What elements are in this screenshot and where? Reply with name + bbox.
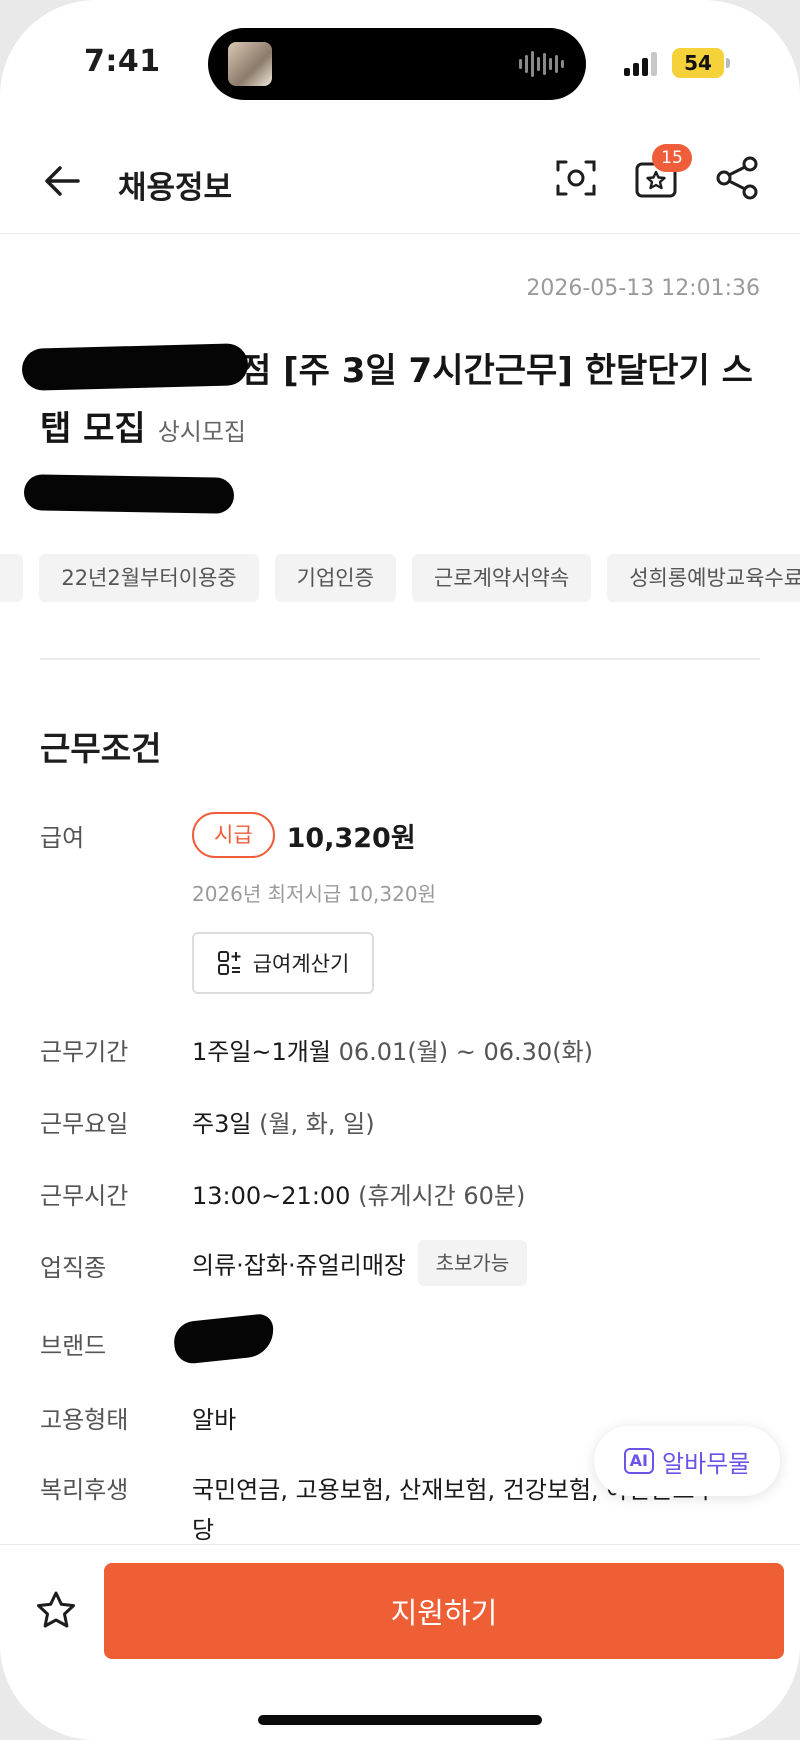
tag-item: 기업인증 [274, 554, 396, 602]
ai-sparkle-icon: AI [623, 1448, 654, 1474]
share-icon[interactable] [710, 150, 766, 206]
employment-label: 고용형태 [40, 1406, 129, 1434]
status-time: 7:41 [84, 44, 161, 79]
pay-label: 급여 [40, 824, 85, 852]
redacted-brand [172, 1312, 276, 1366]
pay-calculator-label: 급여계산기 [252, 952, 350, 976]
period-dates: 06.01(월) ~ 06.30(화) [338, 1038, 594, 1066]
dynamic-island[interactable] [208, 28, 586, 100]
back-arrow-icon[interactable] [38, 156, 88, 206]
hours-label: 근무시간 [40, 1182, 129, 1210]
jobtype-main: 의류·잡화·쥬얼리매장 [192, 1251, 406, 1280]
now-playing-thumbnail [228, 42, 272, 86]
cellular-signal-icon [624, 52, 657, 76]
pay-amount: 10,320원 [286, 822, 416, 854]
battery-indicator: 54 [672, 48, 724, 78]
tag-item: 점 [0, 554, 24, 602]
pay-calculator-button[interactable]: 급여계산기 [192, 932, 374, 994]
albamumul-ai-button[interactable]: AI 알바무물 [594, 1426, 780, 1496]
calculator-icon [217, 951, 241, 975]
home-indicator[interactable] [258, 1715, 542, 1725]
job-title-line2: 탭 모집 [40, 409, 146, 449]
tag-list: 점 22년2월부터이용중 기업인증 근로계약서약속 성희롱예방교육수료 [0, 554, 800, 602]
section-divider [40, 658, 760, 660]
audio-wave-icon [519, 50, 564, 78]
conditions-title: 근무조건 [40, 729, 162, 768]
page-title: 채용정보 [118, 170, 233, 206]
employment-value: 알바 [192, 1406, 237, 1434]
days-label: 근무요일 [40, 1110, 129, 1138]
favorite-star-icon[interactable] [34, 1589, 78, 1633]
days-value: 주3일 (월, 화, 일) [192, 1104, 375, 1139]
hours-value: 13:00~21:00 (휴게시간 60분) [192, 1176, 525, 1211]
pay-value: 시급 10,320원 [192, 812, 416, 858]
period-label: 근무기간 [40, 1038, 129, 1066]
redacted-company-name [23, 474, 235, 514]
albamumul-label: 알바무물 [662, 1449, 751, 1478]
phone-screen: 7:41 54 채용정보 15 2026-05-13 12:01:36 점 [주… [0, 0, 800, 1740]
beginner-ok-chip: 초보가능 [417, 1240, 528, 1286]
brand-label: 브랜드 [40, 1332, 107, 1360]
apply-button[interactable]: 지원하기 [104, 1563, 784, 1659]
scan-icon[interactable] [548, 150, 604, 206]
days-detail: (월, 화, 일) [259, 1110, 375, 1138]
hours-main: 13:00~21:00 [192, 1182, 351, 1210]
days-main: 주3일 [192, 1110, 252, 1138]
tag-item: 근로계약서약속 [411, 554, 592, 602]
period-main: 1주일~1개월 [192, 1038, 331, 1066]
pay-type-chip: 시급 [192, 812, 275, 858]
tag-item: 성희롱예방교육수료 [607, 554, 800, 602]
benefits-label: 복리후생 [40, 1476, 129, 1504]
min-wage-note: 2026년 최저시급 10,320원 [192, 882, 436, 906]
jobtype-value: 의류·잡화·쥬얼리매장 초보가능 [192, 1240, 528, 1286]
jobtype-label: 업직종 [40, 1254, 107, 1282]
recruit-type: 상시모집 [157, 418, 247, 446]
top-header: 채용정보 15 [0, 130, 800, 234]
tag-item: 22년2월부터이용중 [39, 554, 259, 602]
hours-detail: (휴게시간 60분) [358, 1182, 526, 1210]
posted-timestamp: 2026-05-13 12:01:36 [526, 276, 760, 301]
redacted-store-name [21, 343, 249, 391]
bottom-action-bar: 지원하기 [0, 1544, 800, 1740]
period-value: 1주일~1개월 06.01(월) ~ 06.30(화) [192, 1032, 593, 1067]
saved-count-badge: 15 [652, 144, 692, 172]
battery-tip [726, 58, 730, 68]
